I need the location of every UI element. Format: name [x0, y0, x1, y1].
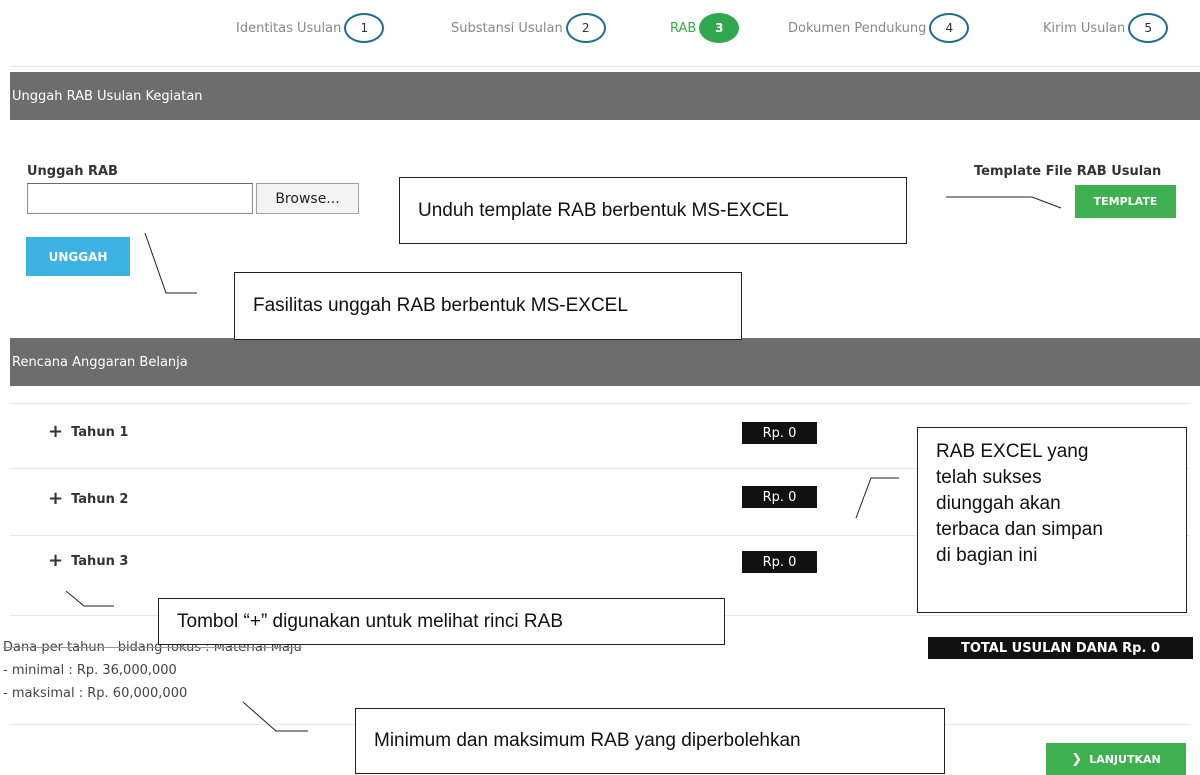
fund-maximum: - maksimal : Rp. 60,000,000: [3, 686, 188, 701]
step-label: Substansi Usulan: [451, 20, 563, 36]
step-rab[interactable]: RAB 3: [670, 10, 740, 46]
step-dokumen-pendukung[interactable]: Dokumen Pendukung 4: [788, 10, 970, 46]
browse-button[interactable]: Browse...: [256, 183, 359, 214]
callout-plus-button: Tombol “+” digunakan untuk melihat rinci…: [158, 598, 725, 645]
step-number: 5: [1128, 13, 1169, 43]
step-number: 2: [565, 13, 606, 43]
step-label: Identitas Usulan: [236, 20, 342, 36]
step-number: 1: [344, 13, 385, 43]
step-substansi-usulan[interactable]: Substansi Usulan 2: [451, 10, 606, 46]
chevron-right-icon: ❯: [1071, 751, 1083, 767]
callout-line: terbaca dan simpan: [936, 519, 1103, 540]
year-amount-badge: Rp. 0: [742, 422, 817, 444]
total-amount-badge: TOTAL USULAN DANA Rp. 0: [928, 637, 1193, 659]
callout-rab-excel: RAB EXCEL yang telah sukses diunggah aka…: [917, 427, 1187, 613]
plus-icon: +: [48, 488, 64, 509]
callout-line: RAB EXCEL yang: [936, 441, 1089, 462]
callout-line: diunggah akan: [936, 493, 1061, 514]
callout-line: di bagian ini: [936, 545, 1038, 566]
year-label: Tahun 2: [71, 491, 129, 507]
step-identitas-usulan[interactable]: Identitas Usulan 1: [236, 10, 385, 46]
step-label: Kirim Usulan: [1043, 20, 1126, 36]
year-label: Tahun 3: [71, 553, 129, 569]
file-input[interactable]: [27, 183, 253, 214]
year-label: Tahun 1: [71, 424, 129, 440]
template-button[interactable]: TEMPLATE: [1075, 185, 1176, 218]
step-number: 3: [699, 13, 740, 43]
step-label: Dokumen Pendukung: [788, 20, 927, 36]
next-button-label: LANJUTKAN: [1089, 752, 1161, 766]
year-row-toggle-3[interactable]: + Tahun 3: [48, 552, 128, 570]
year-row-toggle-1[interactable]: + Tahun 1: [48, 423, 128, 441]
callout-upload: Fasilitas unggah RAB berbentuk MS-EXCEL: [234, 272, 742, 340]
step-kirim-usulan[interactable]: Kirim Usulan 5: [1043, 10, 1169, 46]
next-button[interactable]: ❯ LANJUTKAN: [1046, 743, 1186, 775]
divider: [10, 403, 1190, 404]
year-amount-badge: Rp. 0: [742, 551, 817, 573]
divider: [10, 66, 1200, 67]
plus-icon: +: [48, 550, 64, 571]
step-number: 4: [929, 13, 970, 43]
upload-label: Unggah RAB: [27, 164, 118, 179]
budget-section-header: Rencana Anggaran Belanja: [10, 338, 1200, 386]
plus-icon: +: [48, 421, 64, 442]
callout-line: telah sukses: [936, 467, 1042, 488]
fund-minimum: - minimal : Rp. 36,000,000: [3, 663, 177, 678]
year-row-toggle-2[interactable]: + Tahun 2: [48, 490, 128, 508]
upload-section-header: Unggah RAB Usulan Kegiatan: [10, 72, 1200, 120]
callout-min-max: Minimum dan maksimum RAB yang diperboleh…: [355, 708, 945, 774]
template-label: Template File RAB Usulan: [974, 164, 1162, 179]
upload-button[interactable]: UNGGAH: [26, 237, 130, 276]
step-label: RAB: [670, 20, 697, 36]
year-amount-badge: Rp. 0: [742, 486, 817, 508]
callout-template: Unduh template RAB berbentuk MS-EXCEL: [399, 177, 907, 244]
